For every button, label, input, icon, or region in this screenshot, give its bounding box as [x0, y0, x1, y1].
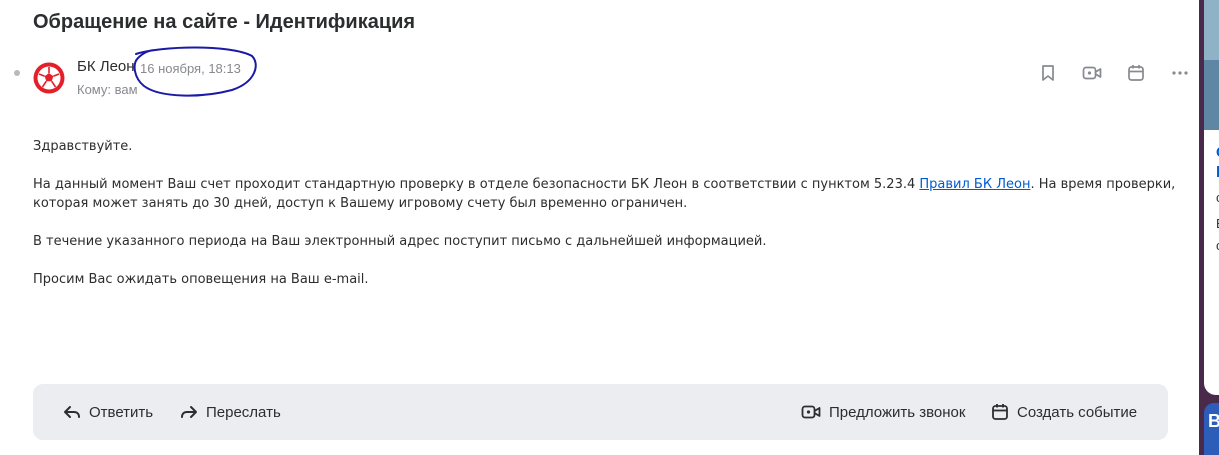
- message-subject: Обращение на сайте - Идентификация: [33, 11, 416, 33]
- info-paragraph: В течение указанного периода на Ваш элек…: [33, 234, 767, 249]
- suggest-call-button[interactable]: Предложить звонок: [801, 384, 965, 440]
- calendar-button[interactable]: [1124, 61, 1148, 85]
- ad-image: [1204, 0, 1219, 130]
- suggest-call-label: Предложить звонок: [829, 403, 966, 421]
- bookmark-button[interactable]: [1036, 61, 1060, 85]
- reply-label: Ответить: [89, 403, 154, 421]
- sidebar-promo-card[interactable]: В: [1204, 403, 1219, 455]
- hand-drawn-circle-annotation: [133, 46, 257, 97]
- more-button[interactable]: [1168, 61, 1192, 85]
- reply-toolbar: Ответить Переслать Предложить звонок Соз…: [33, 384, 1168, 440]
- closing-paragraph: Просим Вас ожидать оповещения на Ваш e-m…: [33, 272, 369, 287]
- sender-name[interactable]: БК Леон: [77, 58, 135, 75]
- create-event-button[interactable]: Создать событие: [991, 384, 1137, 440]
- video-call-icon: [801, 405, 821, 419]
- recipient-line: Кому: вам: [77, 82, 138, 97]
- verification-text-start: На данный момент Ваш счет проходит станд…: [33, 177, 920, 192]
- forward-button[interactable]: Переслать: [180, 384, 281, 440]
- forward-label: Переслать: [206, 403, 281, 421]
- verification-paragraph: На данный момент Ваш счет проходит станд…: [33, 175, 1183, 213]
- reply-icon: [64, 406, 80, 418]
- message-body: Здравствуйте. На данный момент Ваш счет …: [33, 137, 1183, 289]
- promo-letter: В: [1208, 411, 1219, 431]
- greeting-paragraph: Здравствуйте.: [33, 139, 133, 154]
- sidebar-ad-card[interactable]: С l с Е с: [1204, 0, 1219, 395]
- calendar-icon: [1128, 65, 1144, 81]
- reply-button[interactable]: Ответить: [63, 384, 153, 440]
- more-icon: [1172, 71, 1188, 75]
- video-call-button[interactable]: [1080, 61, 1104, 85]
- bookmark-icon: [1042, 65, 1054, 81]
- sender-avatar[interactable]: [33, 62, 65, 94]
- calendar-icon: [992, 404, 1008, 420]
- forward-icon: [181, 406, 197, 418]
- unread-indicator[interactable]: [14, 70, 20, 76]
- create-event-label: Создать событие: [1017, 403, 1138, 421]
- rules-link[interactable]: Правил БК Леон: [919, 177, 1030, 192]
- message-header-actions: [1036, 61, 1192, 85]
- video-call-icon: [1082, 66, 1102, 80]
